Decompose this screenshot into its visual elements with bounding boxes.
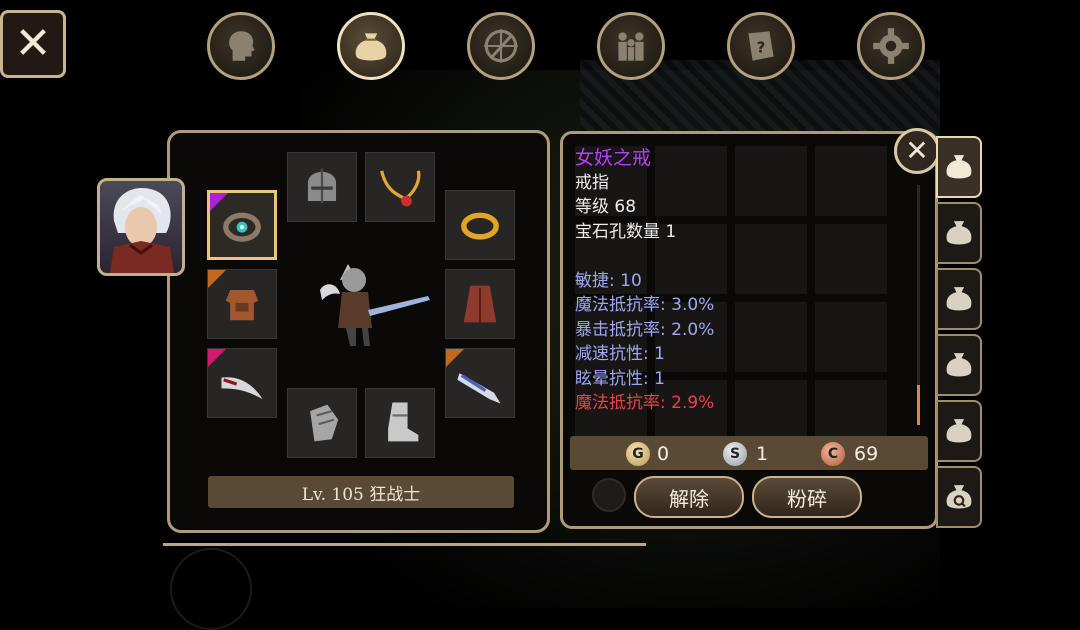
- slot-ring[interactable]: [207, 190, 277, 260]
- item-stat: 眩晕抗性: 1: [575, 368, 665, 389]
- hero-sprite: [320, 264, 430, 346]
- slot-helmet[interactable]: [287, 152, 357, 222]
- item-tooltip: 女妖之戒 戒指 等级 68 宝石孔数量 1 敏捷: 10 魔法抵抗率: 3.0%…: [575, 146, 905, 416]
- bag-icon: [946, 221, 972, 245]
- scroll-icon: ?: [748, 31, 774, 61]
- rarity-marker: [208, 349, 226, 367]
- slot-armor[interactable]: [207, 269, 277, 339]
- copper-coin-icon: C: [821, 442, 845, 466]
- close-detail-button[interactable]: ✕: [894, 128, 940, 174]
- item-name: 女妖之戒: [575, 147, 652, 169]
- slot-gloves[interactable]: [287, 388, 357, 458]
- boots-icon: [388, 402, 419, 442]
- tab-inventory[interactable]: [337, 12, 405, 80]
- rarity-marker: [210, 193, 228, 211]
- silver-coin-symbol: S: [729, 446, 741, 462]
- necklace-icon: [380, 170, 421, 207]
- slot-cloak[interactable]: [445, 269, 515, 339]
- bag-tab-4[interactable]: [936, 334, 982, 396]
- slot-weapon[interactable]: [445, 348, 515, 418]
- item-stat: 暴击抵抗率: 2.0%: [575, 319, 715, 340]
- slot-offhand[interactable]: [207, 348, 277, 418]
- item-sockets: 宝石孔数量 1: [575, 221, 677, 242]
- close-menu-button[interactable]: ✕: [0, 10, 66, 78]
- gauntlet-icon: [310, 404, 339, 442]
- bag-icon: [946, 287, 972, 311]
- silver-coin-icon: S: [723, 442, 747, 466]
- item-spacer: [575, 244, 905, 269]
- copper-value: 69: [854, 443, 879, 465]
- bag-search-icon: [946, 485, 972, 509]
- bag-icon: [946, 419, 972, 443]
- bag-tab-5[interactable]: [936, 400, 982, 462]
- head-silhouette-icon: [229, 31, 255, 61]
- unequip-button[interactable]: 解除: [634, 476, 744, 518]
- bag-tab-2[interactable]: [936, 202, 982, 264]
- gear-icon: [873, 28, 909, 64]
- item-stat-bonus: 魔法抵抗率: 2.9%: [575, 393, 715, 413]
- tab-settings[interactable]: [857, 12, 925, 80]
- sell-price-bar: G 0 S 1 C 69: [570, 436, 928, 470]
- gold-ring-icon: [461, 212, 499, 240]
- bag-icon: [355, 33, 387, 61]
- gold-coin-icon: G: [626, 442, 650, 466]
- bag-tab-search[interactable]: [936, 466, 982, 528]
- close-icon: ✕: [14, 18, 52, 69]
- bag-tab-1[interactable]: [936, 136, 982, 198]
- item-stat: 敏捷: 10: [575, 270, 642, 291]
- item-stat: 减速抗性: 1: [575, 344, 665, 364]
- slot-boots[interactable]: [365, 388, 435, 458]
- tab-party[interactable]: [597, 12, 665, 80]
- faded-joystick-ring: [170, 548, 252, 630]
- item-level: 等级 68: [575, 197, 637, 217]
- bag-tab-3[interactable]: [936, 268, 982, 330]
- rarity-marker: [208, 270, 226, 288]
- hero-face-icon: [110, 188, 174, 273]
- copper-coin-symbol: C: [827, 446, 839, 462]
- helmet-icon: [307, 168, 337, 204]
- tab-quests[interactable]: ?: [727, 12, 795, 80]
- item-type: 戒指: [575, 172, 609, 193]
- tab-character[interactable]: [207, 12, 275, 80]
- close-icon: ✕: [905, 134, 929, 167]
- faded-coin-icon: [592, 478, 626, 512]
- gold-coin-symbol: G: [632, 446, 644, 462]
- gold-value: 0: [657, 443, 670, 465]
- bottom-divider: [163, 543, 646, 546]
- tooltip-scroll-thumb[interactable]: [917, 385, 920, 425]
- slot-accessory-ring[interactable]: [445, 190, 515, 260]
- smash-button[interactable]: 粉碎: [752, 476, 862, 518]
- bag-icon: [946, 155, 972, 179]
- cloak-icon: [463, 285, 497, 323]
- tab-skills[interactable]: [467, 12, 535, 80]
- hero-portrait[interactable]: [97, 178, 185, 276]
- bag-icon: [946, 353, 972, 377]
- item-stat: 魔法抵抗率: 3.0%: [575, 295, 715, 315]
- silver-value: 1: [756, 443, 769, 465]
- rarity-marker: [446, 349, 464, 367]
- svg-text:?: ?: [757, 39, 766, 56]
- party-icon: [618, 32, 644, 61]
- sword-compass-icon: [484, 29, 518, 63]
- hero-level-label: Lv. 105 狂战士: [208, 476, 514, 508]
- slot-necklace[interactable]: [365, 152, 435, 222]
